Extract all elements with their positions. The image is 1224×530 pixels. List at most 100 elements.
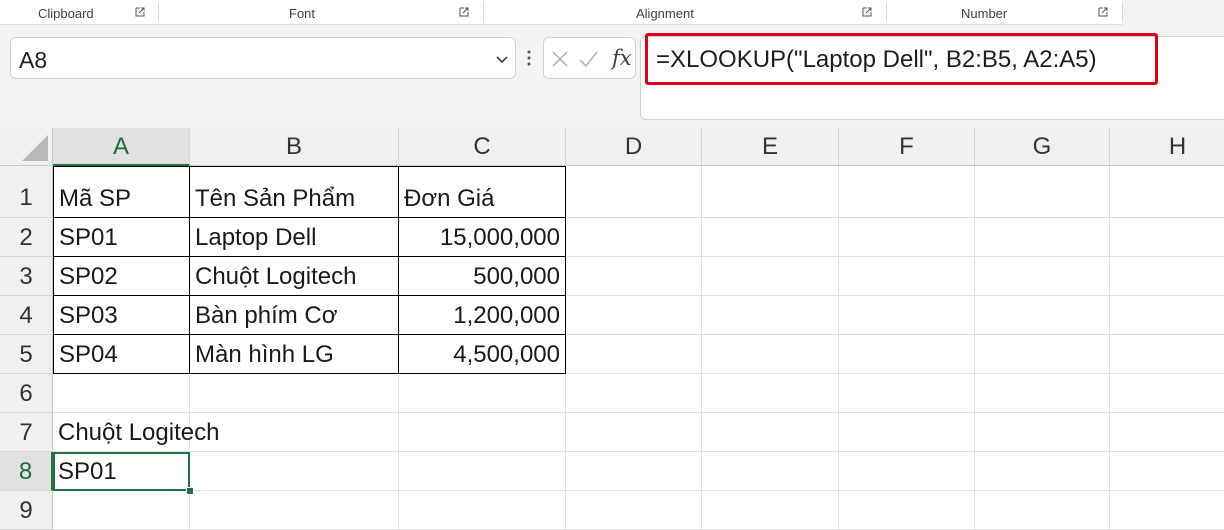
cell-d3[interactable]: [566, 257, 702, 296]
cell-h9[interactable]: [1110, 491, 1224, 530]
cell-d9[interactable]: [566, 491, 702, 530]
cell-c6[interactable]: [399, 374, 566, 413]
dialog-launcher-icon[interactable]: [1098, 7, 1108, 17]
cell-b2[interactable]: Laptop Dell: [190, 218, 399, 257]
cell-b5[interactable]: Màn hình LG: [190, 335, 399, 374]
cell-e8[interactable]: [702, 452, 839, 491]
cell-a7[interactable]: Chuột Logitech: [53, 413, 219, 452]
cell-e5[interactable]: [702, 335, 839, 374]
cell-c9[interactable]: [399, 491, 566, 530]
cell-a5[interactable]: SP04: [53, 335, 190, 374]
cell-g8[interactable]: [975, 452, 1110, 491]
cell-b3[interactable]: Chuột Logitech: [190, 257, 399, 296]
cell-f7[interactable]: [839, 413, 975, 452]
cell-e6[interactable]: [702, 374, 839, 413]
cell-g5[interactable]: [975, 335, 1110, 374]
cell-c8[interactable]: [399, 452, 566, 491]
cell-h6[interactable]: [1110, 374, 1224, 413]
insert-function-button[interactable]: fx: [612, 46, 632, 70]
row-header-5[interactable]: 5: [0, 335, 53, 374]
cell-h7[interactable]: [1110, 413, 1224, 452]
column-header-c[interactable]: C: [399, 128, 566, 166]
column-header-g[interactable]: G: [975, 128, 1110, 166]
select-all-button[interactable]: [0, 128, 53, 166]
cell-f2[interactable]: [839, 218, 975, 257]
cell-h5[interactable]: [1110, 335, 1224, 374]
cell-g4[interactable]: [975, 296, 1110, 335]
cell-a4[interactable]: SP03: [53, 296, 190, 335]
row-header-6[interactable]: 6: [0, 374, 53, 413]
name-box[interactable]: A8: [10, 37, 516, 79]
cell-f5[interactable]: [839, 335, 975, 374]
cell-h1[interactable]: [1110, 166, 1224, 218]
cell-f1[interactable]: [839, 166, 975, 218]
cell-h3[interactable]: [1110, 257, 1224, 296]
dialog-launcher-icon[interactable]: [135, 7, 145, 17]
cell-e1[interactable]: [702, 166, 839, 218]
cell-g6[interactable]: [975, 374, 1110, 413]
cell-d4[interactable]: [566, 296, 702, 335]
row-header-8[interactable]: 8: [0, 452, 53, 491]
cell-h2[interactable]: [1110, 218, 1224, 257]
cell-g9[interactable]: [975, 491, 1110, 530]
cell-b6[interactable]: [190, 374, 399, 413]
cell-f4[interactable]: [839, 296, 975, 335]
cell-c7[interactable]: [399, 413, 566, 452]
dialog-launcher-icon[interactable]: [862, 7, 872, 17]
cell-e2[interactable]: [702, 218, 839, 257]
cell-e9[interactable]: [702, 491, 839, 530]
row-header-2[interactable]: 2: [0, 218, 53, 257]
cell-d8[interactable]: [566, 452, 702, 491]
cell-c1[interactable]: Đơn Giá: [399, 166, 566, 218]
cell-f8[interactable]: [839, 452, 975, 491]
cell-c4[interactable]: 1,200,000: [399, 296, 566, 335]
cell-f3[interactable]: [839, 257, 975, 296]
column-header-f[interactable]: F: [839, 128, 975, 166]
cell-d7[interactable]: [566, 413, 702, 452]
row-header-9[interactable]: 9: [0, 491, 53, 530]
cell-b9[interactable]: [190, 491, 399, 530]
cell-a3[interactable]: SP02: [53, 257, 190, 296]
row-header-4[interactable]: 4: [0, 296, 53, 335]
checkmark-icon[interactable]: [577, 48, 599, 70]
column-header-d[interactable]: D: [566, 128, 702, 166]
cell-d6[interactable]: [566, 374, 702, 413]
cancel-icon[interactable]: [549, 48, 571, 70]
row-header-1[interactable]: 1: [0, 166, 53, 218]
cell-d5[interactable]: [566, 335, 702, 374]
cell-c3[interactable]: 500,000: [399, 257, 566, 296]
cell-b1[interactable]: Tên Sản Phẩm: [190, 166, 399, 218]
cell-c5[interactable]: 4,500,000: [399, 335, 566, 374]
cell-b4[interactable]: Bàn phím Cơ: [190, 296, 399, 335]
cell-e3[interactable]: [702, 257, 839, 296]
column-header-e[interactable]: E: [702, 128, 839, 166]
cell-b8[interactable]: [190, 452, 399, 491]
cell-h4[interactable]: [1110, 296, 1224, 335]
cell-d2[interactable]: [566, 218, 702, 257]
cell-c2[interactable]: 15,000,000: [399, 218, 566, 257]
cell-a2[interactable]: SP01: [53, 218, 190, 257]
dialog-launcher-icon[interactable]: [459, 7, 469, 17]
row-header-3[interactable]: 3: [0, 257, 53, 296]
cell-f6[interactable]: [839, 374, 975, 413]
fill-handle[interactable]: [186, 487, 194, 495]
cell-g1[interactable]: [975, 166, 1110, 218]
row-header-7[interactable]: 7: [0, 413, 53, 452]
cell-a9[interactable]: [53, 491, 190, 530]
column-header-b[interactable]: B: [190, 128, 399, 166]
cell-b7[interactable]: [190, 413, 399, 452]
column-header-h[interactable]: H: [1110, 128, 1224, 166]
cell-g3[interactable]: [975, 257, 1110, 296]
chevron-down-icon[interactable]: [495, 52, 509, 66]
cell-d1[interactable]: [566, 166, 702, 218]
cell-g2[interactable]: [975, 218, 1110, 257]
cell-g7[interactable]: [975, 413, 1110, 452]
cell-f9[interactable]: [839, 491, 975, 530]
cell-a1[interactable]: Mã SP: [53, 166, 190, 218]
cell-e4[interactable]: [702, 296, 839, 335]
cell-a6[interactable]: [53, 374, 190, 413]
more-options-icon[interactable]: [524, 48, 534, 68]
cell-h8[interactable]: [1110, 452, 1224, 491]
column-header-a[interactable]: A: [53, 128, 190, 166]
cell-e7[interactable]: [702, 413, 839, 452]
